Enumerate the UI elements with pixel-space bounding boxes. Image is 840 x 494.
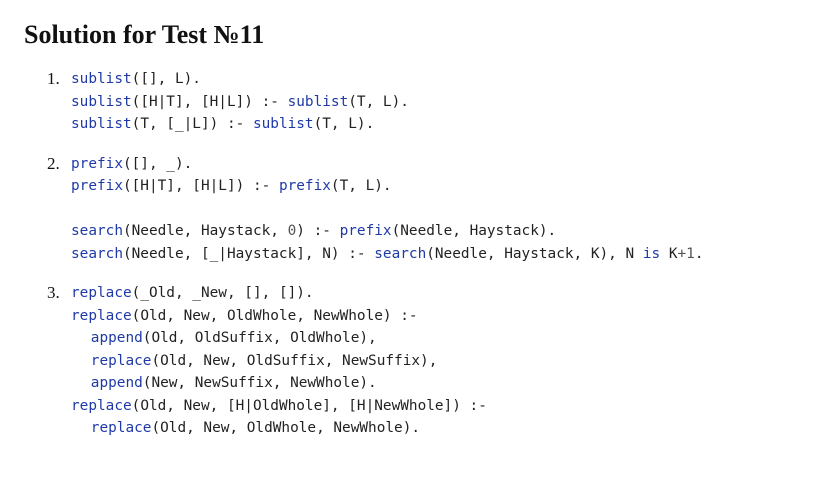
code-block: replace(_Old, _New, [], []). replace(Old,…	[71, 282, 704, 440]
code-text: (Needle, Haystack).	[391, 223, 557, 239]
solution-item-3: 3. replace(_Old, _New, [], []). replace(O…	[24, 282, 704, 440]
predicate-name: replace	[71, 307, 132, 324]
predicate-name: replace	[90, 352, 152, 369]
predicate-name: sublist	[252, 116, 314, 132]
solution-item-1: 1. sublist([], L). sublist([H|T], [H|L]) …	[24, 68, 704, 136]
predicate-name: prefix	[339, 223, 392, 239]
item-number: 3.	[47, 283, 60, 302]
predicate-name: prefix	[278, 178, 331, 194]
predicate-name: replace	[71, 397, 132, 414]
predicate-name: search	[71, 245, 123, 262]
code-text: (T, L).	[348, 93, 409, 110]
code-line: append(Old, OldSuffix, OldWhole),	[71, 327, 704, 350]
code-line: replace(Old, New, OldWhole, NewWhole).	[71, 417, 704, 440]
code-line: sublist([H|T], [H|L]) :- sublist(T, L).	[71, 91, 704, 114]
item-number: 1.	[47, 69, 60, 88]
predicate-name: replace	[90, 420, 152, 436]
solution-item-2: 2. prefix([], _). prefix([H|T], [H|L]) :-…	[24, 153, 704, 266]
predicate-name: prefix	[71, 178, 123, 194]
predicate-name: sublist	[287, 93, 349, 110]
code-line: sublist(T, [_|L]) :- sublist(T, L).	[71, 113, 704, 136]
code-text: (Needle, Haystack, K), N	[426, 245, 643, 262]
predicate-name: prefix	[71, 155, 123, 172]
code-line: prefix([], _).	[71, 153, 704, 176]
code-line: sublist([], L).	[71, 68, 704, 91]
code-text: ([H|T], [H|L]) :-	[131, 93, 288, 110]
code-text: (Old, OldSuffix, OldWhole),	[142, 330, 377, 346]
code-text: (Old, New, [H|OldWhole], [H|NewWhole]) :…	[131, 397, 487, 414]
code-text: ([H|T], [H|L]) :-	[122, 178, 279, 194]
code-text: (T, L).	[313, 116, 375, 132]
predicate-name: sublist	[71, 71, 132, 87]
code-text: (Old, New, OldWhole, NewWhole).	[151, 420, 421, 436]
number-literal: 0	[287, 223, 297, 239]
code-line: replace(Old, New, [H|OldWhole], [H|NewWh…	[71, 395, 704, 418]
code-text: (T, [_|L]) :-	[131, 116, 253, 132]
code-block: prefix([], _). prefix([H|T], [H|L]) :- pr…	[71, 153, 704, 266]
predicate-name: search	[374, 245, 427, 262]
predicate-name: replace	[71, 285, 132, 301]
code-text: (Needle, [_|Haystack], N) :-	[122, 245, 375, 262]
predicate-name: sublist	[71, 116, 132, 132]
item-number: 2.	[47, 153, 60, 173]
predicate-name: search	[71, 223, 123, 239]
code-block: sublist([], L). sublist([H|T], [H|L]) :- …	[71, 68, 704, 136]
solution-list: 1. sublist([], L). sublist([H|T], [H|L]) …	[24, 68, 704, 440]
predicate-name: sublist	[71, 93, 132, 110]
code-line: search(Needle, Haystack, 0) :- prefix(Ne…	[71, 220, 704, 243]
code-line: replace(_Old, _New, [], []).	[71, 282, 704, 305]
predicate-name: append	[90, 330, 143, 346]
code-line: prefix([H|T], [H|L]) :- prefix(T, L).	[71, 175, 704, 198]
code-text: ([], _).	[122, 155, 193, 172]
code-text: (Old, New, OldSuffix, NewSuffix),	[151, 352, 438, 369]
code-line: replace(Old, New, OldSuffix, NewSuffix),	[71, 350, 704, 373]
keyword: is	[642, 245, 661, 262]
code-line: replace(Old, New, OldWhole, NewWhole) :-	[71, 305, 704, 328]
code-text: .	[694, 245, 704, 262]
code-text: (_Old, _New, [], []).	[131, 285, 314, 301]
predicate-name: append	[90, 375, 143, 391]
code-line: append(New, NewSuffix, NewWhole).	[71, 372, 704, 395]
code-text: (New, NewSuffix, NewWhole).	[142, 375, 377, 391]
code-line: search(Needle, [_|Haystack], N) :- searc…	[71, 243, 704, 266]
document-page: Solution for Test №11 1. sublist([], L).…	[24, 18, 824, 436]
code-text: (Needle, Haystack,	[122, 223, 288, 239]
code-text: (T, L).	[330, 178, 392, 194]
code-text: (Old, New, OldWhole, NewWhole) :-	[131, 307, 418, 324]
code-text: ) :-	[296, 223, 340, 239]
code-text: ([], L).	[131, 71, 201, 87]
page-title: Solution for Test №11	[24, 20, 265, 49]
number-literal: +1	[677, 245, 695, 262]
code-text: K	[660, 245, 678, 262]
